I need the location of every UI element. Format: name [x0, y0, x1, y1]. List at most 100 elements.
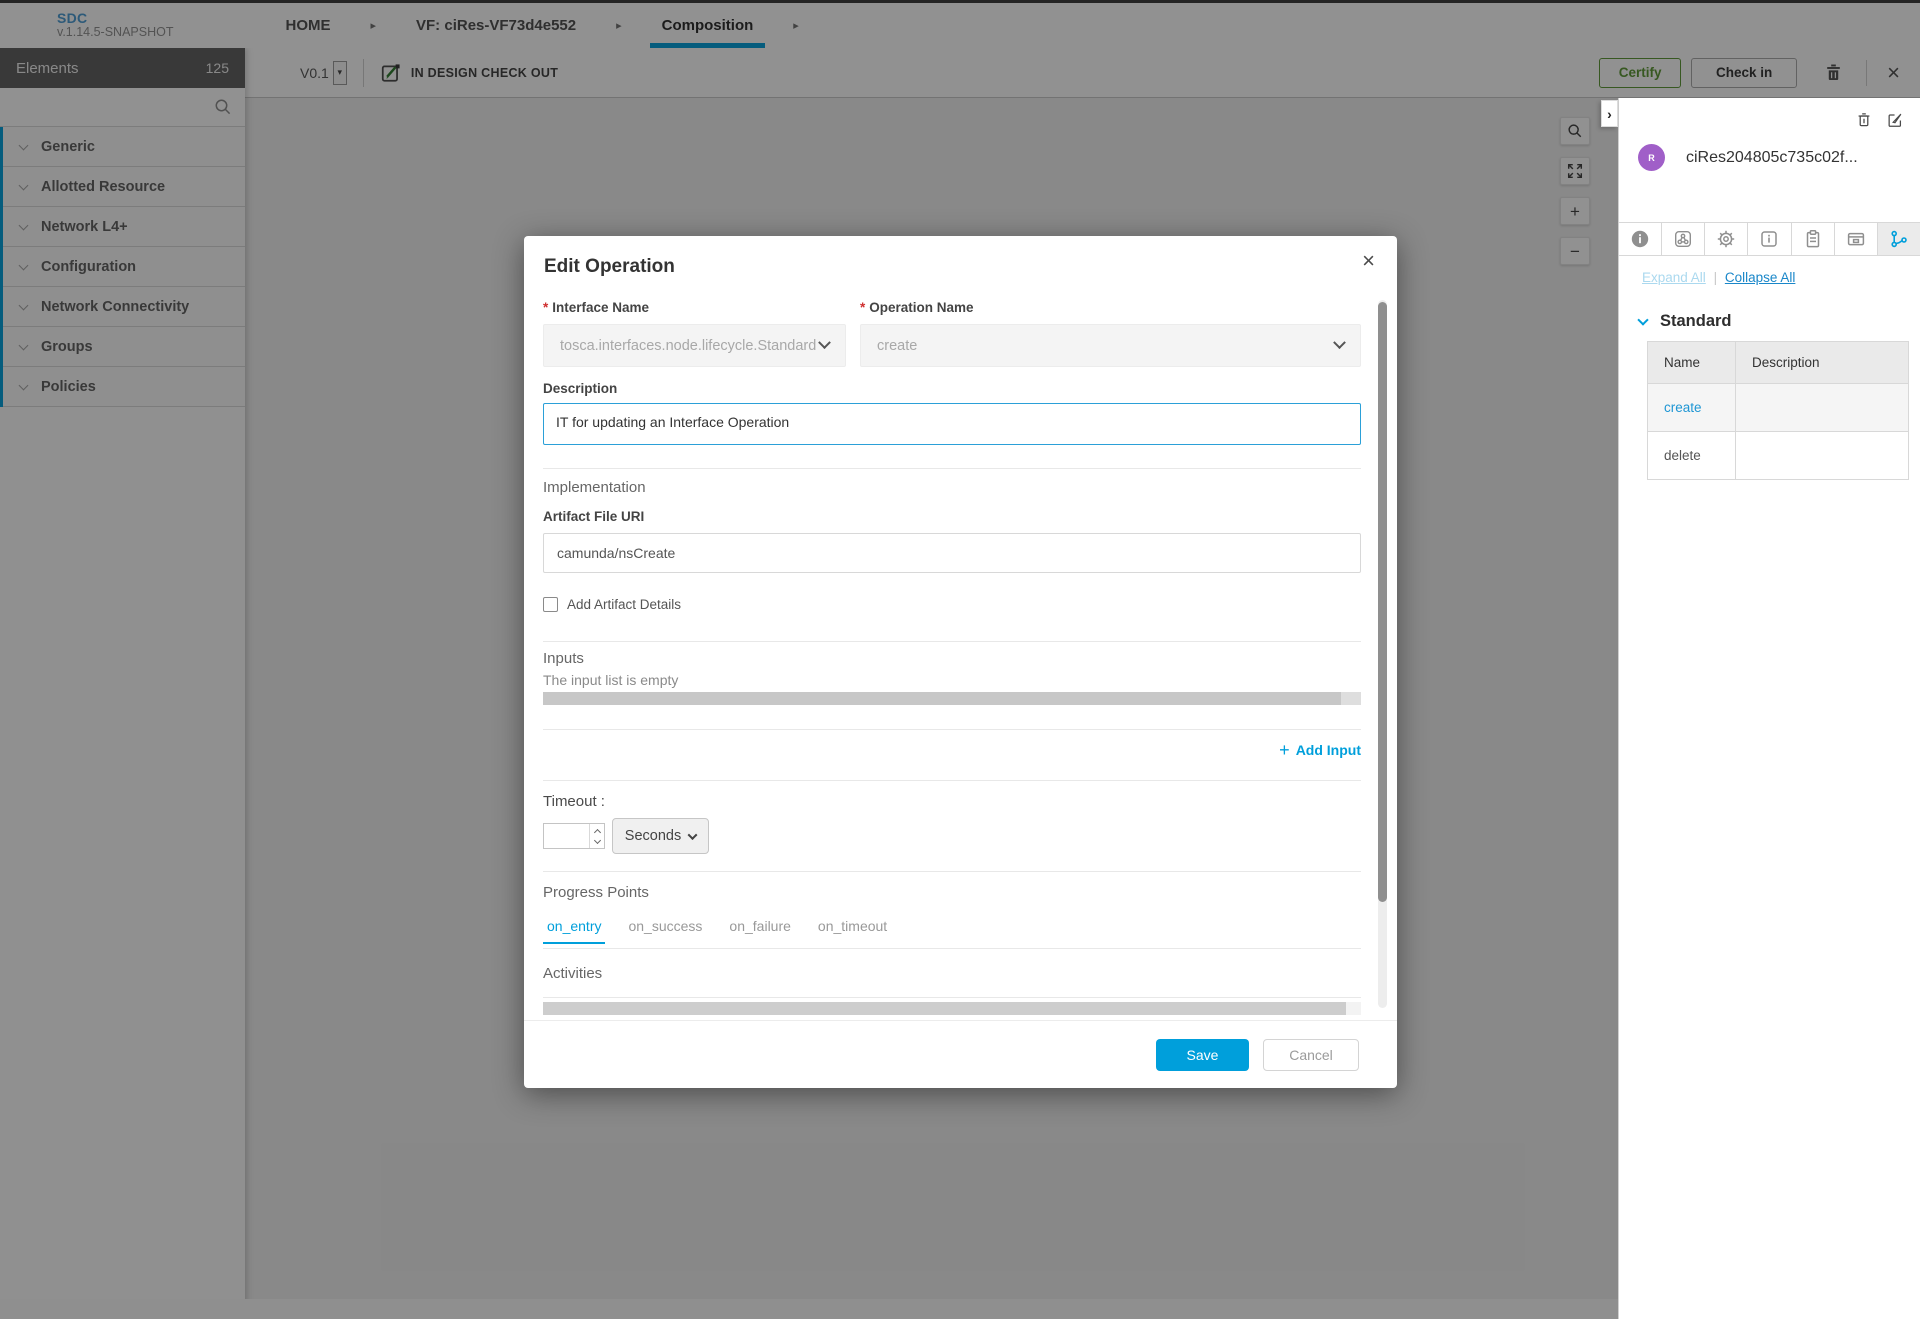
column-header-name: Name — [1648, 342, 1736, 384]
required-marker: * — [543, 300, 548, 315]
stepper-arrows[interactable] — [589, 824, 604, 848]
activities-horizontal-scrollbar[interactable] — [543, 1002, 1361, 1015]
timeout-unit-value: Seconds — [625, 828, 681, 844]
tab-on-failure[interactable]: on_failure — [725, 918, 795, 944]
description-label: Description — [543, 381, 1361, 399]
tab-information[interactable] — [1619, 223, 1662, 255]
tab-on-entry[interactable]: on_entry — [543, 918, 605, 944]
panel-actions — [1842, 111, 1904, 129]
vertical-scrollbar[interactable] — [1378, 300, 1387, 1008]
timeout-label: Timeout : — [543, 793, 1361, 813]
add-artifact-details-checkbox-row[interactable]: Add Artifact Details — [543, 595, 1361, 613]
table-row[interactable]: delete — [1648, 432, 1909, 480]
operation-delete-link[interactable]: delete — [1648, 432, 1736, 480]
operation-create-link[interactable]: create — [1648, 384, 1736, 432]
add-input-button[interactable]: + Add Input — [543, 740, 1361, 760]
component-details-panel: R ciRes204805c735c02f... — [1618, 98, 1920, 1319]
scrollbar-thumb[interactable] — [543, 692, 1341, 705]
clipboard-icon — [1803, 229, 1823, 249]
tab-on-success[interactable]: on_success — [624, 918, 706, 944]
cancel-button[interactable]: Cancel — [1263, 1039, 1359, 1071]
operation-name-label-text: Operation Name — [869, 300, 973, 315]
plus-icon: + — [1279, 740, 1290, 761]
chevron-down-icon — [1333, 336, 1346, 349]
section-divider — [543, 641, 1361, 642]
select-fields-row: tosca.interfaces.node.lifecycle.Standard… — [543, 324, 1361, 367]
interface-name-label-text: Interface Name — [552, 300, 649, 315]
inputs-horizontal-scrollbar[interactable] — [543, 692, 1361, 705]
progress-points-tabs: on_entry on_success on_failure on_timeou… — [543, 918, 1361, 944]
operations-branch-icon — [1889, 229, 1909, 249]
info-square-icon — [1759, 229, 1779, 249]
tab-requirements-capabilities[interactable] — [1792, 223, 1835, 255]
tab-attributes[interactable] — [1835, 223, 1878, 255]
progress-points-label: Progress Points — [543, 884, 1361, 904]
add-input-label: Add Input — [1296, 742, 1361, 758]
section-divider — [543, 729, 1361, 730]
modal-footer: Save Cancel — [524, 1020, 1397, 1088]
chevron-down-icon[interactable] — [593, 836, 600, 843]
chevron-right-icon: › — [1607, 106, 1612, 122]
collapse-all-link[interactable]: Collapse All — [1725, 270, 1796, 285]
interface-name-value: tosca.interfaces.node.lifecycle.Standard — [560, 338, 816, 354]
delete-component-icon[interactable] — [1855, 111, 1873, 129]
section-title: Standard — [1660, 312, 1732, 331]
standard-section-toggle[interactable]: Standard — [1639, 312, 1920, 331]
component-name: ciRes204805c735c02f... — [1686, 149, 1858, 167]
section-divider — [543, 780, 1361, 781]
timeout-unit-select[interactable]: Seconds — [612, 818, 709, 854]
sdc-app: SDC v.1.14.5-SNAPSHOT HOME ▸ VF: ciRes-V… — [0, 0, 1920, 1319]
artifacts-icon — [1673, 229, 1693, 249]
edit-operation-modal: Edit Operation × * Interface Name *Operat… — [524, 236, 1397, 1088]
timeout-controls: Seconds — [543, 819, 1361, 853]
implementation-label: Implementation — [543, 479, 1361, 499]
interface-name-label: * Interface Name — [543, 300, 846, 318]
close-icon[interactable]: × — [1362, 250, 1375, 272]
panel-tab-bar — [1619, 222, 1920, 256]
modal-backdrop — [1618, 0, 1920, 98]
inputs-label: Inputs — [543, 650, 1361, 670]
tab-information-artifacts[interactable] — [1748, 223, 1791, 255]
gear-icon — [1716, 229, 1736, 249]
scrollbar-thumb[interactable] — [543, 1002, 1346, 1015]
chevron-down-icon — [818, 336, 831, 349]
chevron-down-icon — [1637, 314, 1648, 325]
tab-deployment-artifacts[interactable] — [1662, 223, 1705, 255]
modal-content: * Interface Name *Operation Name tosca.in… — [524, 292, 1397, 1020]
tab-properties[interactable] — [1705, 223, 1748, 255]
avatar: R — [1638, 144, 1665, 171]
operations-table: Name Description create delete — [1647, 341, 1909, 480]
table-row[interactable]: create — [1648, 384, 1909, 432]
timeout-input[interactable] — [544, 824, 589, 848]
description-textarea[interactable]: IT for updating an Interface Operation — [543, 403, 1361, 445]
edit-component-icon[interactable] — [1886, 111, 1904, 129]
modal-header: Edit Operation × — [524, 236, 1397, 292]
interface-name-select[interactable]: tosca.interfaces.node.lifecycle.Standard — [543, 324, 846, 367]
tab-on-timeout[interactable]: on_timeout — [814, 918, 891, 944]
tab-operations[interactable] — [1878, 223, 1920, 255]
inputs-empty-message: The input list is empty — [543, 672, 1361, 690]
section-divider — [543, 948, 1361, 949]
section-divider — [543, 871, 1361, 872]
operation-delete-description — [1736, 432, 1909, 480]
operation-name-label: *Operation Name — [860, 300, 1361, 318]
expand-collapse-controls: Expand All | Collapse All — [1642, 270, 1920, 285]
modal-title: Edit Operation — [544, 256, 1371, 278]
checkbox-unchecked-icon[interactable] — [543, 597, 558, 612]
activities-label: Activities — [543, 965, 1361, 985]
operations-panel-body: Expand All | Collapse All Standard Name … — [1619, 266, 1920, 480]
table-header-row: Name Description — [1648, 342, 1909, 384]
archive-box-icon — [1846, 229, 1866, 249]
artifact-file-uri-input[interactable] — [543, 533, 1361, 573]
scrollbar-thumb[interactable] — [1378, 302, 1387, 902]
operation-name-value: create — [877, 338, 917, 354]
artifact-file-uri-label: Artifact File URI — [543, 509, 1361, 527]
section-divider — [543, 997, 1361, 998]
save-button[interactable]: Save — [1156, 1039, 1249, 1071]
chevron-down-icon — [688, 830, 698, 840]
operation-name-select[interactable]: create — [860, 324, 1361, 367]
add-artifact-details-label: Add Artifact Details — [567, 597, 681, 612]
expand-all-link[interactable]: Expand All — [1642, 270, 1706, 285]
panel-collapse-button[interactable]: › — [1601, 100, 1618, 127]
chevron-up-icon[interactable] — [593, 828, 600, 835]
